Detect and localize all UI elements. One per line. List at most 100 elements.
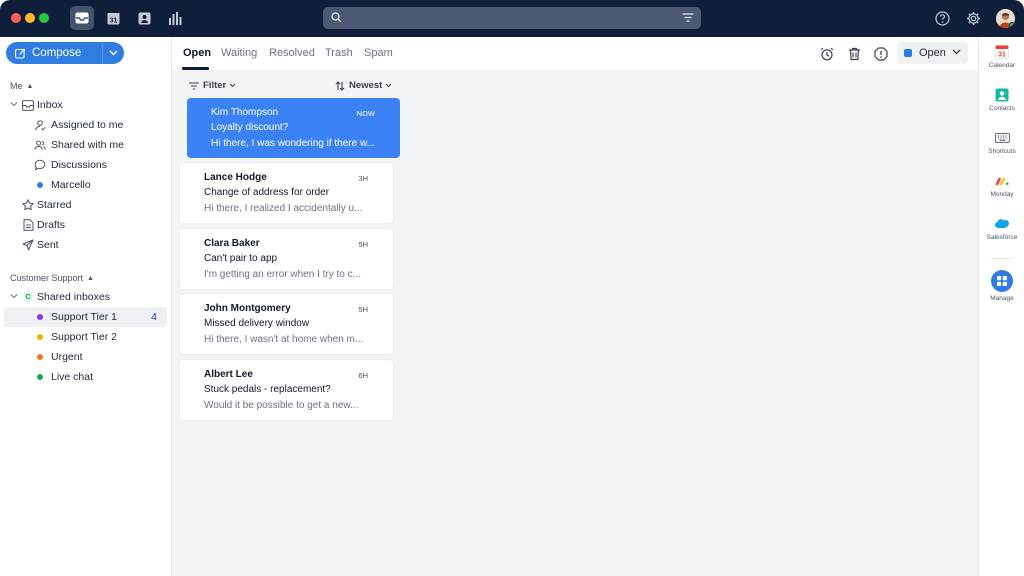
chevron-down-icon bbox=[109, 50, 118, 56]
help-button[interactable] bbox=[933, 9, 951, 27]
user-avatar[interactable] bbox=[996, 9, 1015, 28]
inbox-icon bbox=[22, 99, 34, 111]
rail-item-monday[interactable]: Monday bbox=[979, 174, 1024, 198]
active-tab-indicator bbox=[182, 67, 209, 70]
subject: Change of address for order bbox=[204, 187, 330, 198]
sidebar-item-label: Drafts bbox=[37, 219, 66, 231]
tab-open[interactable]: Open bbox=[183, 47, 211, 59]
sidebar-item-assigned-to-me[interactable]: Assigned to me bbox=[4, 115, 167, 135]
search-filter-icon[interactable] bbox=[682, 12, 694, 23]
sidebar-item-label: Urgent bbox=[51, 351, 83, 363]
alarm-clock-icon bbox=[820, 47, 834, 61]
sidebar-item-starred[interactable]: Starred bbox=[4, 195, 167, 215]
preview: I'm getting an error when I try to c... bbox=[204, 269, 361, 280]
sidebar-item-support-tier-1[interactable]: Support Tier 1 4 bbox=[4, 307, 167, 327]
keyboard-icon bbox=[994, 133, 1010, 143]
inbox-app-button[interactable] bbox=[70, 6, 94, 30]
tab-waiting[interactable]: Waiting bbox=[221, 47, 257, 59]
rail-item-salesforce[interactable]: Salesforce bbox=[979, 217, 1024, 241]
conversation-card[interactable]: Albert Lee 6H Stuck pedals - replacement… bbox=[180, 360, 393, 420]
search-input[interactable] bbox=[347, 9, 667, 27]
rail-divider bbox=[991, 258, 1013, 259]
sidebar-item-label: Inbox bbox=[37, 99, 63, 111]
tab-trash[interactable]: Trash bbox=[325, 47, 353, 59]
compose-options-button[interactable] bbox=[103, 42, 124, 64]
sidebar-item-live-chat[interactable]: Live chat bbox=[4, 367, 167, 387]
support-tier-2-color-dot bbox=[34, 331, 46, 343]
rail-item-label: Salesforce bbox=[986, 234, 1018, 241]
sort-icon bbox=[335, 80, 345, 91]
support-tier-1-color-dot bbox=[34, 311, 46, 323]
filter-label: Filter bbox=[203, 80, 227, 91]
sort-label: Newest bbox=[349, 80, 383, 91]
main-area: Open Waiting Resolved Trash Spam Open Fi… bbox=[172, 37, 978, 576]
sidebar-item-shared-inboxes[interactable]: C Shared inboxes bbox=[4, 287, 167, 307]
app-window: 31 Compose Me ▲ Inbox Assigned to me Sha… bbox=[0, 0, 1024, 576]
close-window-button[interactable] bbox=[11, 13, 21, 23]
maximize-window-button[interactable] bbox=[39, 13, 49, 23]
contacts-icon bbox=[138, 12, 150, 24]
sidebar-item-urgent[interactable]: Urgent bbox=[4, 347, 167, 367]
subject: Stuck pedals - replacement? bbox=[204, 384, 331, 395]
sidebar-item-label: Shared inboxes bbox=[37, 291, 110, 303]
snooze-button[interactable] bbox=[819, 46, 835, 62]
mark-spam-button[interactable] bbox=[873, 46, 889, 62]
sidebar-item-inbox[interactable]: Inbox bbox=[4, 95, 167, 115]
star-icon bbox=[22, 199, 34, 211]
conversation-card[interactable]: Kim Thompson NOW Loyalty discount? Hi th… bbox=[187, 98, 400, 158]
grid-icon bbox=[991, 270, 1013, 292]
status-label: Open bbox=[919, 47, 946, 59]
sidebar-item-discussions[interactable]: Discussions bbox=[4, 155, 167, 175]
compose-label: Compose bbox=[32, 47, 82, 59]
status-dropdown[interactable]: Open bbox=[897, 42, 968, 64]
status-color-swatch bbox=[904, 49, 912, 57]
sidebar-item-drafts[interactable]: Drafts bbox=[4, 215, 167, 235]
sidebar-item-marcello[interactable]: Marcello bbox=[4, 175, 167, 195]
sidebar-item-shared-with-me[interactable]: Shared with me bbox=[4, 135, 167, 155]
svg-text:31: 31 bbox=[998, 52, 1006, 59]
compose-button[interactable]: Compose bbox=[6, 42, 96, 64]
svg-text:31: 31 bbox=[109, 17, 117, 24]
chevron-down-icon bbox=[10, 102, 18, 107]
chevron-down-icon bbox=[229, 83, 236, 88]
preview: Hi there, I wasn't at home when m... bbox=[204, 334, 364, 345]
tab-resolved[interactable]: Resolved bbox=[269, 47, 315, 59]
sidebar-item-sent[interactable]: Sent bbox=[4, 235, 167, 255]
contacts-app-button[interactable] bbox=[132, 6, 156, 30]
timestamp: 6H bbox=[358, 371, 368, 380]
rail-item-label: Manage bbox=[990, 295, 1014, 302]
contacts-icon bbox=[995, 88, 1009, 102]
minimize-window-button[interactable] bbox=[25, 13, 35, 23]
conversation-card[interactable]: John Montgomery 5H Missed delivery windo… bbox=[180, 294, 393, 354]
calendar-icon: 31 bbox=[995, 45, 1009, 59]
rail-item-calendar[interactable]: 31 Calendar bbox=[979, 45, 1024, 69]
sidebar-item-label: Marcello bbox=[51, 179, 91, 191]
conversation-card[interactable]: Lance Hodge 3H Change of address for ord… bbox=[180, 163, 393, 223]
search-bar[interactable] bbox=[323, 7, 701, 29]
sidebar-item-support-tier-2[interactable]: Support Tier 2 bbox=[4, 327, 167, 347]
rail-item-shortcuts[interactable]: Shortcuts bbox=[979, 131, 1024, 155]
sidebar-item-label: Support Tier 2 bbox=[51, 331, 117, 343]
settings-button[interactable] bbox=[964, 9, 982, 27]
rail-item-contacts[interactable]: Contacts bbox=[979, 88, 1024, 112]
delete-button[interactable] bbox=[846, 46, 862, 62]
calendar-app-button[interactable]: 31 bbox=[101, 6, 125, 30]
inbox-icon bbox=[75, 12, 89, 24]
marcello-color-dot bbox=[34, 179, 46, 191]
customer-support-section-header[interactable]: Customer Support ▲ bbox=[10, 273, 94, 283]
sidebar-item-label: Assigned to me bbox=[51, 119, 124, 131]
sender-name: Clara Baker bbox=[204, 238, 260, 249]
sort-button[interactable]: Newest bbox=[335, 80, 392, 91]
filter-icon bbox=[189, 81, 199, 90]
conversation-card[interactable]: Clara Baker 5H Can't pair to app I'm get… bbox=[180, 229, 393, 289]
tab-spam[interactable]: Spam bbox=[364, 47, 393, 59]
rail-item-manage[interactable]: Manage bbox=[979, 270, 1024, 302]
me-section-header[interactable]: Me ▲ bbox=[10, 81, 33, 91]
analytics-app-button[interactable] bbox=[163, 6, 187, 30]
filter-button[interactable]: Filter bbox=[189, 80, 236, 91]
team-section-label: Customer Support bbox=[10, 273, 84, 283]
subject: Missed delivery window bbox=[204, 318, 310, 329]
shared-icon bbox=[34, 139, 46, 151]
sender-name: Lance Hodge bbox=[204, 172, 267, 183]
timestamp: 5H bbox=[358, 305, 368, 314]
